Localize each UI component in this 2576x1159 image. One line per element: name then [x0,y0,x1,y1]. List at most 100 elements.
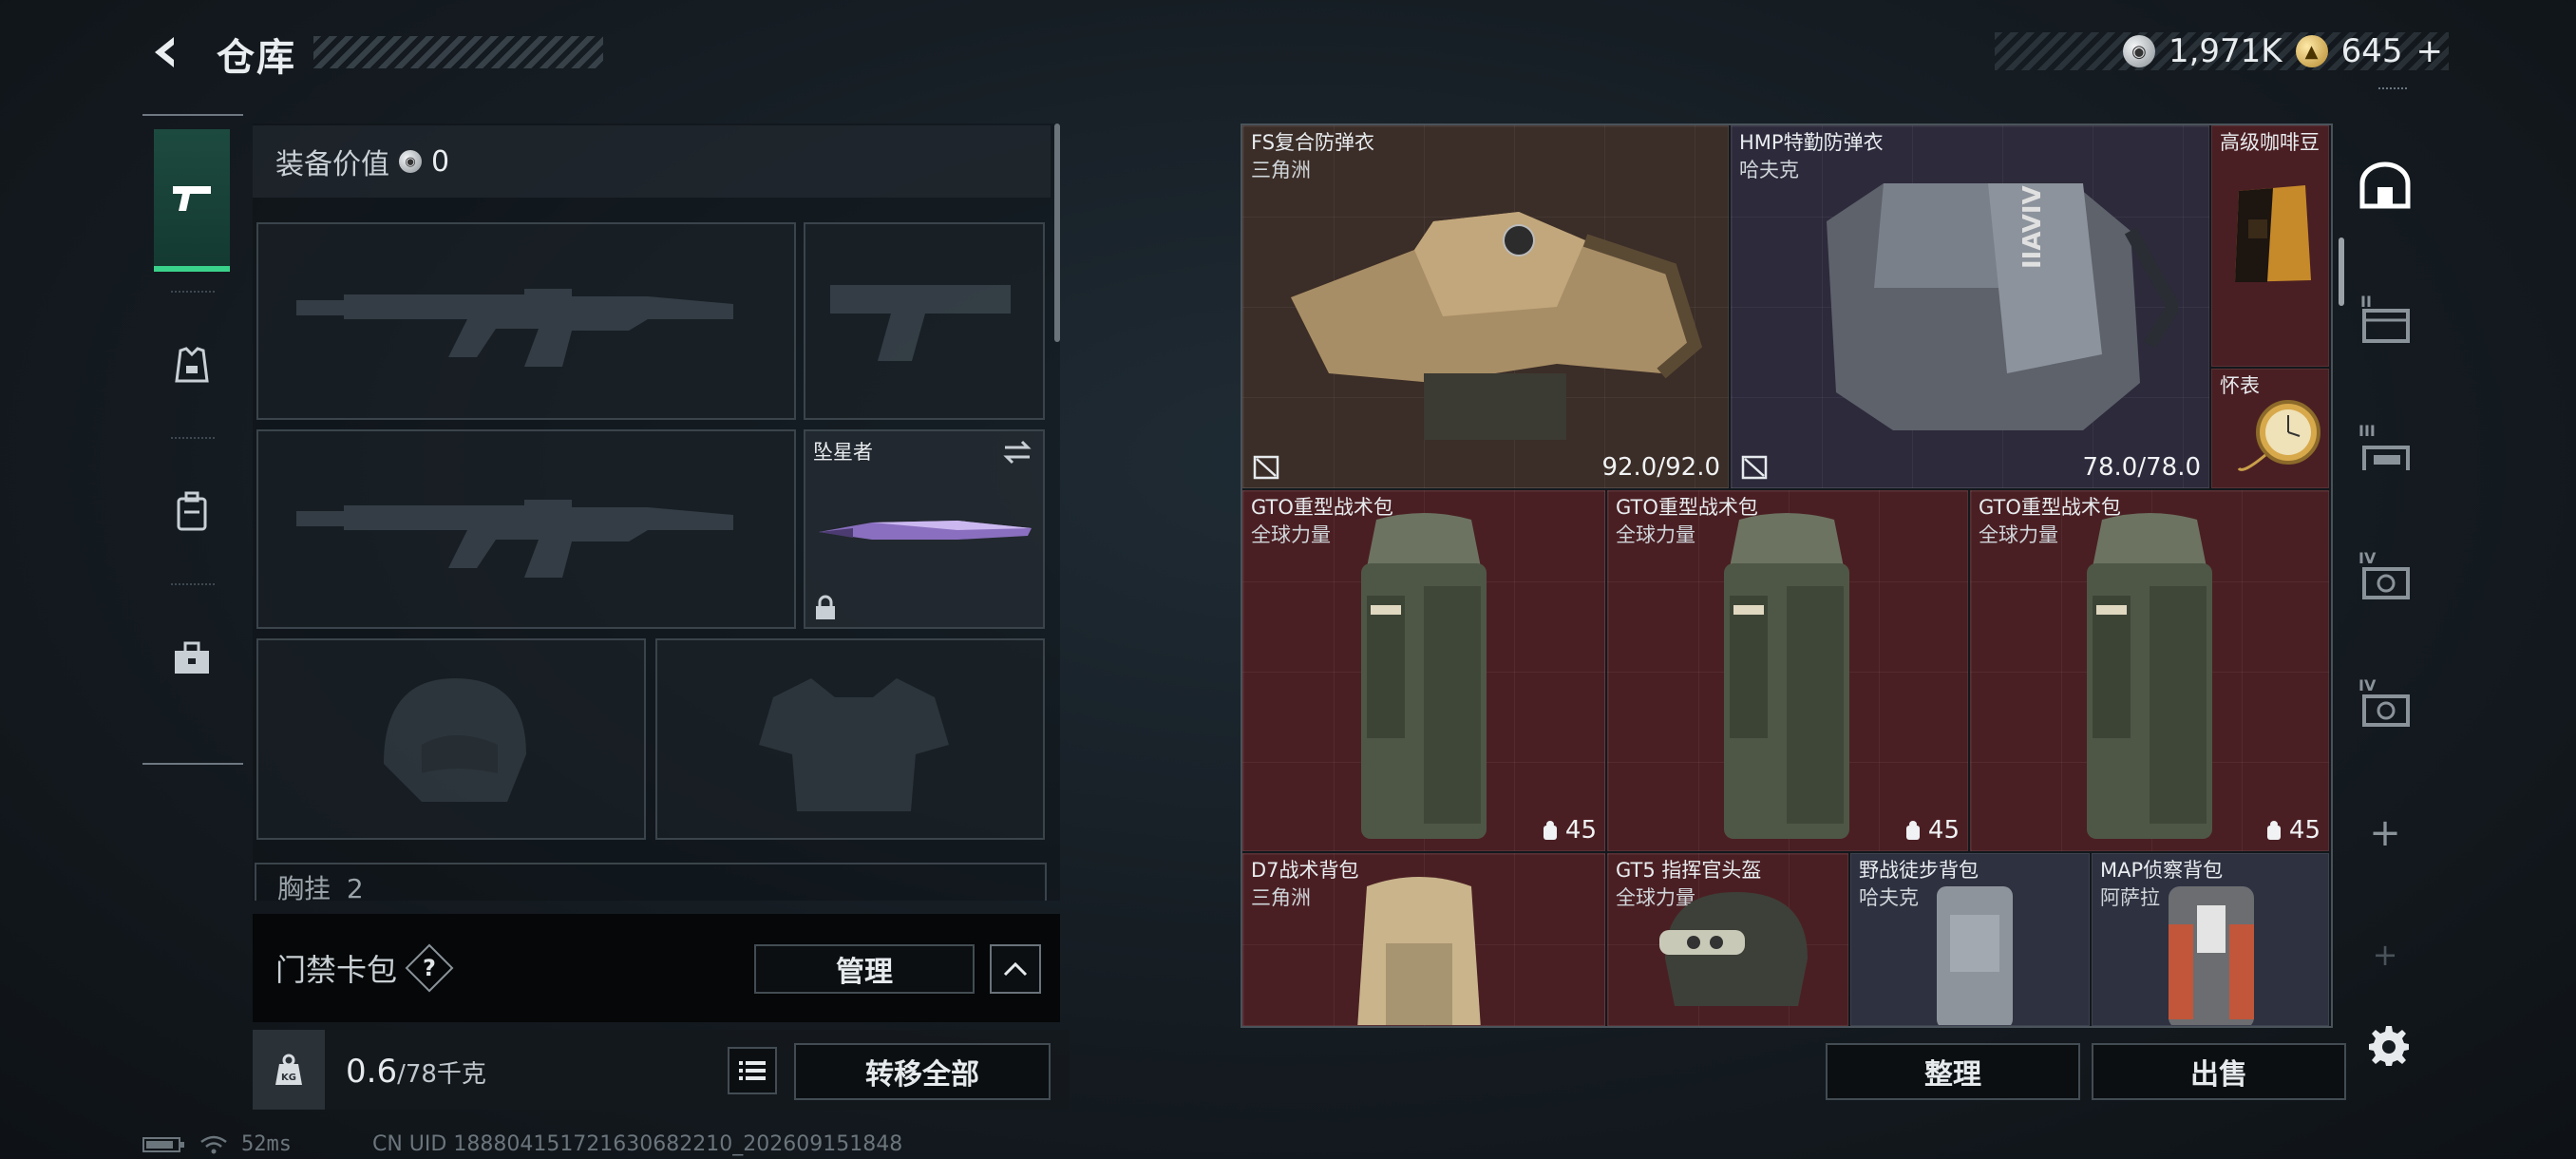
briefcase-icon [175,641,209,674]
svg-text:IIAVIV: IIAVIV [2018,185,2047,269]
pistol-slot[interactable] [804,222,1045,420]
coffee-bag-image [2235,185,2311,282]
repair-icon [1741,455,1768,480]
back-button[interactable] [142,28,190,76]
list-view-button[interactable] [728,1047,777,1094]
swap-icon[interactable] [1001,439,1033,466]
chevron-up-icon [1003,961,1028,977]
melee-name: 坠星者 [813,441,873,464]
gold-balance: 645 [2340,32,2403,70]
settings-button[interactable] [2365,1022,2413,1070]
storage-item-gto-backpack[interactable]: GTO重型战术包 全球力量 45 [1970,490,2329,851]
backpack-image [1361,513,1487,839]
melee-slot[interactable]: 坠星者 [804,429,1045,629]
backpack-image [1357,877,1481,1025]
item-faction: 三角洲 [1251,886,1311,909]
helmet-silhouette-icon [384,678,526,802]
armor-icon [175,347,209,383]
storage-house-icon [2359,162,2411,209]
backpack-image [2169,886,2254,1025]
item-name: 高级咖啡豆 [2220,131,2320,154]
weight-icon-text: KG [281,1073,296,1083]
item-faction: 全球力量 [1979,523,2058,546]
tier-label: II [2360,293,2372,311]
primary-weapon-slot[interactable] [256,222,796,420]
help-button[interactable]: ? [405,943,454,993]
tier-label: IV [2358,549,2377,567]
add-storage-button[interactable]: + [2346,781,2424,885]
collapse-button[interactable] [990,944,1041,994]
battery-icon [142,1136,184,1152]
storage-tab-III[interactable]: III [2346,395,2424,500]
storage-scrollbar[interactable] [2339,238,2344,306]
weight-icon: KG [275,1054,302,1085]
warehouse-tier-icon: IV [2358,549,2410,599]
storage-tab-IV-2[interactable]: IV [2346,650,2424,754]
item-name: HMP特勤防弹衣 [1739,131,1884,154]
backpack-capacity-icon [2266,821,2281,840]
item-capacity: 45 [1904,816,1960,845]
carry-weight: 0.6/78千克 [346,1053,486,1091]
divider [171,437,215,439]
carry-weight-value: 0.6 [346,1053,398,1091]
list-icon [739,1061,766,1080]
chest-rig-count: 2 [346,873,364,901]
storage-item-coffee[interactable]: 高级咖啡豆 [2211,125,2329,367]
keycard-pack-label: 门禁卡包 [275,952,398,988]
storage-item-gto-backpack[interactable]: GTO重型战术包 全球力量 45 [1242,490,1605,851]
sort-button[interactable]: 整理 [1826,1043,2080,1100]
storage-item-gto-backpack[interactable]: GTO重型战术包 全球力量 45 [1607,490,1968,851]
body-armor-slot[interactable] [655,638,1045,840]
helmet-slot[interactable] [256,638,646,840]
backpack-capacity-icon [1543,821,1557,840]
storage-tab-II[interactable]: II [2346,266,2424,370]
rail-tab-armor[interactable] [154,294,230,437]
equipment-value-header: 装备价值 ◉ 0 [253,125,1051,198]
warehouse-tier-icon: IV [2358,676,2410,727]
storage-item-d7-backpack[interactable]: D7战术背包 三角洲 [1242,853,1605,1026]
warehouse-tier-icon: II [2360,293,2410,343]
ping-value: 52ms [241,1132,292,1156]
chest-rig-slot[interactable]: 胸挂 2 [255,863,1047,901]
rail-tab-case[interactable] [154,587,230,730]
storage-item-pocket-watch[interactable]: 怀表 [2211,369,2329,488]
rail-tab-backpack[interactable] [154,441,230,583]
tier-label: IV [2358,676,2377,694]
silver-balance: 1,971K [2168,32,2282,70]
storage-tab-IV[interactable]: IV [2346,522,2424,627]
tier-label: III [2358,422,2376,440]
lock-icon [816,595,835,619]
divider [171,291,215,293]
storage-item-field-backpack[interactable]: 野战徒步背包 哈夫克 [1850,853,2090,1026]
category-rail [142,114,243,765]
rail-tab-weapons[interactable] [154,129,230,272]
transfer-all-button[interactable]: 转移全部 [794,1043,1051,1100]
divider [171,583,215,585]
storage-item-hmp-armor[interactable]: HMP特勤防弹衣 哈夫克 IIAVIV 78.0/78.0 [1731,125,2209,488]
storage-item-fs-armor[interactable]: FS复合防弹衣 三角洲 92.0/92.0 [1242,125,1729,488]
storage-item-gt5-helmet[interactable]: GT5 指挥官头盔 全球力量 [1607,853,1848,1026]
sell-button[interactable]: 出售 [2092,1043,2346,1100]
armor-vest-image: IIAVIV [1827,183,2178,430]
help-icon: ? [423,954,436,981]
storage-tab-all[interactable] [2346,133,2424,238]
capacity-value: 45 [2288,816,2320,845]
add-currency-button[interactable]: + [2416,32,2444,70]
manage-button[interactable]: 管理 [754,944,975,994]
secondary-weapon-slot[interactable] [256,429,796,629]
item-capacity: 45 [2264,816,2320,845]
chest-rig-label: 胸挂 [277,873,331,901]
capacity-value: 45 [1927,816,1960,845]
rifle-silhouette-icon [296,289,733,367]
item-durability: 78.0/78.0 [2082,453,2201,482]
storage-item-map-backpack[interactable]: MAP侦察背包 阿萨拉 [2092,853,2329,1026]
vest-silhouette-icon [759,678,949,811]
helmet-image [1659,892,1808,1006]
user-id: CN UID 1888041517216306822​10_2026091518… [372,1132,903,1156]
backpack-image [1937,886,2013,1025]
item-name: D7战术背包 [1251,859,1359,882]
knife-icon [819,521,1032,540]
loadout-scrollbar[interactable] [1054,124,1060,342]
currency-bar: ◉ 1,971K ▲ 645 + [1995,32,2449,70]
item-faction: 三角洲 [1251,159,1311,181]
